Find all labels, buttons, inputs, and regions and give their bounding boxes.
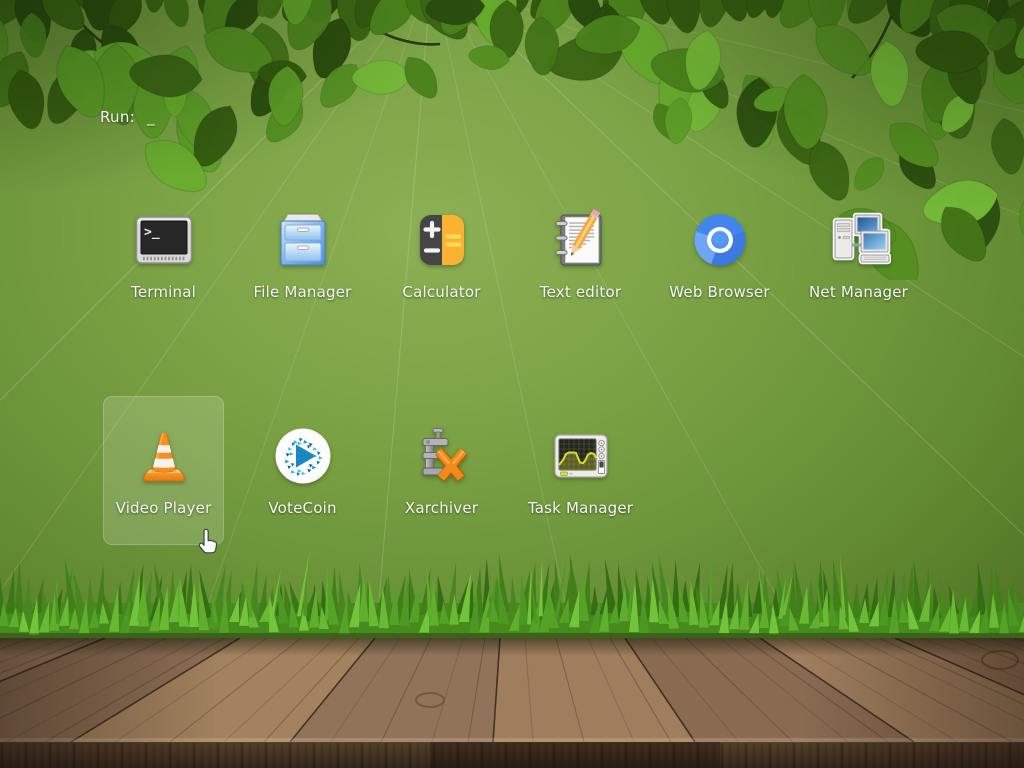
run-prompt-caret: _: [147, 108, 155, 126]
xarchiver-icon: [410, 424, 474, 488]
app-label: Video Player: [116, 499, 212, 517]
app-video-player[interactable]: Video Player: [94, 414, 233, 517]
app-terminal[interactable]: Terminal: [94, 198, 233, 301]
app-row-2: Video Player VoteCoin Xarchiver Task Man…: [94, 414, 650, 517]
app-votecoin[interactable]: VoteCoin: [233, 414, 372, 517]
net-manager-icon: [827, 208, 891, 272]
app-calculator[interactable]: Calculator: [372, 198, 511, 301]
app-label: Xarchiver: [405, 499, 478, 517]
file-manager-icon: [271, 208, 335, 272]
run-prompt-label: Run:: [100, 108, 135, 126]
app-xarchiver[interactable]: Xarchiver: [372, 414, 511, 517]
task-manager-icon: [549, 424, 613, 488]
wood-floor: [0, 638, 1024, 768]
app-web-browser[interactable]: Web Browser: [650, 198, 789, 301]
app-label: Web Browser: [669, 283, 769, 301]
text-editor-icon: [549, 208, 613, 272]
web-browser-icon: [688, 208, 752, 272]
app-net-manager[interactable]: Net Manager: [789, 198, 928, 301]
app-label: Text editor: [540, 283, 621, 301]
app-label: Task Manager: [528, 499, 633, 517]
app-label: Terminal: [131, 283, 196, 301]
app-row-1: Terminal File Manager Calculator Text ed…: [94, 198, 928, 301]
app-text-editor[interactable]: Text editor: [511, 198, 650, 301]
video-player-icon: [132, 424, 196, 488]
app-label: VoteCoin: [268, 499, 336, 517]
calculator-icon: [410, 208, 474, 272]
app-label: Calculator: [402, 283, 480, 301]
grass-decoration: [0, 533, 1024, 648]
app-task-manager[interactable]: Task Manager: [511, 414, 650, 517]
app-label: File Manager: [253, 283, 351, 301]
terminal-icon: [132, 208, 196, 272]
desktop-background: Terminal File Manager Calculator Text ed…: [0, 0, 1024, 768]
app-label: Net Manager: [809, 283, 908, 301]
votecoin-icon: [271, 424, 335, 488]
run-prompt[interactable]: Run: _: [100, 108, 155, 126]
app-file-manager[interactable]: File Manager: [233, 198, 372, 301]
